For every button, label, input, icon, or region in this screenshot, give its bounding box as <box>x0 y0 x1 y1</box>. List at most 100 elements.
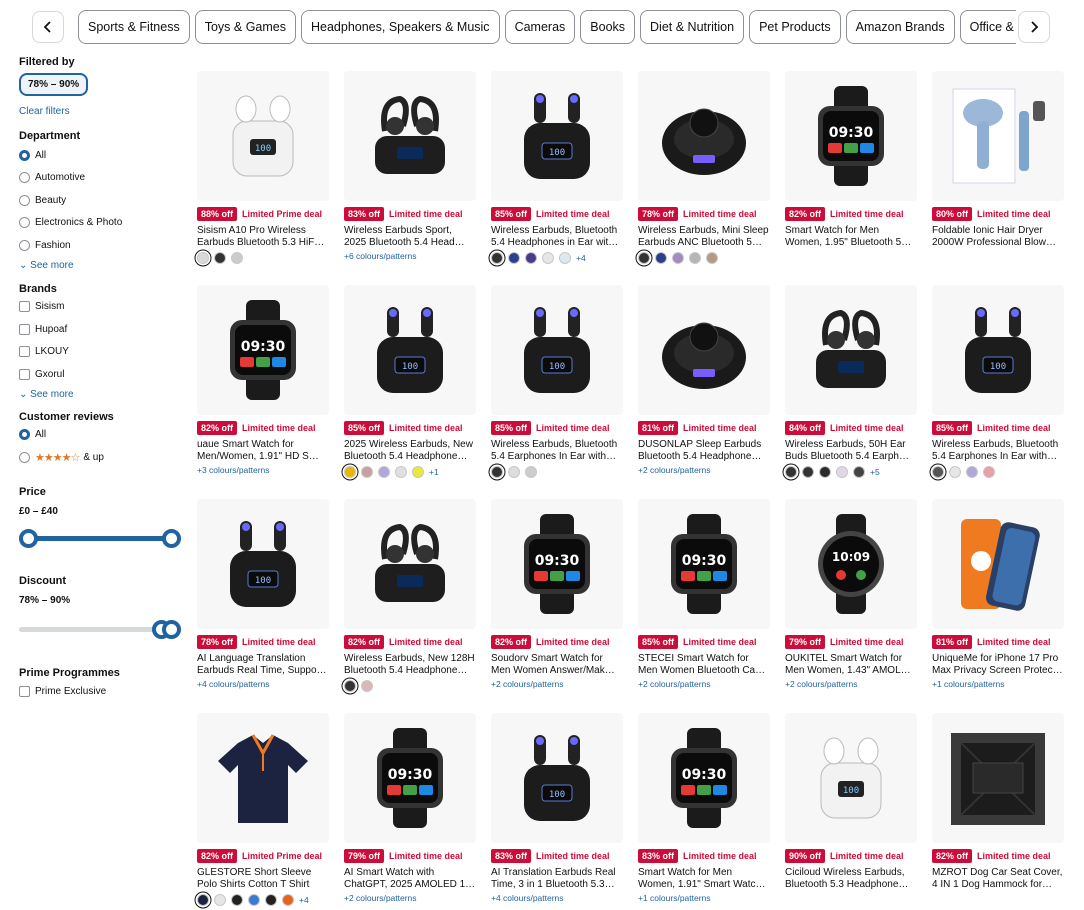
product-title[interactable]: Wireless Earbuds, Bluetooth 5.4 Headphon… <box>491 225 623 249</box>
product-image[interactable]: 100 <box>491 285 623 415</box>
product-image[interactable] <box>344 71 476 201</box>
colour-swatch[interactable] <box>231 894 243 906</box>
colour-swatch[interactable] <box>836 466 848 478</box>
colour-options-link[interactable]: +6 colours/patterns <box>344 251 476 261</box>
colour-swatch[interactable] <box>932 466 944 478</box>
colour-swatch[interactable] <box>412 466 424 478</box>
product-card[interactable]: 78% off Limited time deal Wireless Earbuds… <box>638 71 770 264</box>
discount-slider[interactable] <box>19 619 181 639</box>
product-image[interactable]: 100 <box>785 713 917 843</box>
product-card[interactable]: 09:30 82% off Limited time deal uaue Smart … <box>197 285 329 475</box>
colour-swatch[interactable] <box>395 466 407 478</box>
brand-option-hupoaf[interactable]: Hupoaf <box>19 318 189 341</box>
product-image[interactable] <box>638 71 770 201</box>
product-card[interactable]: 10:09 79% off Limited time deal OUKITEL Sma… <box>785 499 917 689</box>
more-swatches-link[interactable]: +4 <box>299 895 309 905</box>
product-image[interactable] <box>638 285 770 415</box>
clear-filters-link[interactable]: Clear filters <box>19 106 70 117</box>
brands-see-more[interactable]: ⌄ See more <box>19 388 189 400</box>
colour-swatch[interactable] <box>214 252 226 264</box>
product-title[interactable]: Wireless Earbuds, Bluetooth 5.4 Earphone… <box>491 439 623 463</box>
colour-options-link[interactable]: +1 colours/patterns <box>638 893 770 903</box>
colour-swatch[interactable] <box>525 466 537 478</box>
colour-swatch[interactable] <box>966 466 978 478</box>
product-image[interactable]: 100 <box>197 71 329 201</box>
department-option-beauty[interactable]: Beauty <box>19 189 189 212</box>
product-card[interactable]: 100 85% off Limited time deal Wireless Earb… <box>932 285 1064 478</box>
product-title[interactable]: Wireless Earbuds, 50H Ear Buds Bluetooth… <box>785 439 917 463</box>
product-title[interactable]: uaue Smart Watch for Men/Women, 1.91" HD… <box>197 439 329 463</box>
product-card[interactable]: 80% off Limited time deal Foldable Ionic H… <box>932 71 1064 249</box>
more-swatches-link[interactable]: +4 <box>576 253 586 263</box>
category-pill[interactable]: Cameras <box>504 10 576 44</box>
brand-option-sisism[interactable]: Sisism <box>19 296 189 319</box>
product-image[interactable]: 100 <box>491 71 623 201</box>
colour-swatch[interactable] <box>785 466 797 478</box>
colour-swatch[interactable] <box>248 894 260 906</box>
product-title[interactable]: Foldable Ionic Hair Dryer 2000W Professi… <box>932 225 1064 249</box>
department-option-all[interactable]: All <box>19 144 189 167</box>
product-title[interactable]: OUKITEL Smart Watch for Men Women, 1.43"… <box>785 653 917 677</box>
product-card[interactable]: 81% off Limited time deal UniqueMe for iPh… <box>932 499 1064 689</box>
colour-options-link[interactable]: +1 colours/patterns <box>932 679 1064 689</box>
price-slider[interactable] <box>19 528 181 548</box>
product-title[interactable]: Wireless Earbuds, Bluetooth 5.4 Earphone… <box>932 439 1064 463</box>
colour-swatch[interactable] <box>706 252 718 264</box>
product-card[interactable]: 100 85% off Limited time deal Wireless Earb… <box>491 285 623 478</box>
colour-swatch[interactable] <box>672 252 684 264</box>
product-title[interactable]: MZROT Dog Car Seat Cover, 4 IN 1 Dog Ham… <box>932 867 1064 891</box>
category-pill[interactable]: Sports & Fitness <box>78 10 190 44</box>
product-image[interactable] <box>197 713 329 843</box>
colour-swatch[interactable] <box>214 894 226 906</box>
product-card[interactable]: 82% off Limited time deal MZROT Dog Car Se… <box>932 713 1064 891</box>
category-pill[interactable]: Books <box>580 10 636 44</box>
product-title[interactable]: DUSONLAP Sleep Earbuds Bluetooth 5.4 Hea… <box>638 439 770 463</box>
colour-swatch[interactable] <box>282 894 294 906</box>
colour-swatch[interactable] <box>361 680 373 692</box>
colour-swatch[interactable] <box>508 466 520 478</box>
product-title[interactable]: GLESTORE Short Sleeve Polo Shirts Cotton… <box>197 867 329 891</box>
reviews-option-all[interactable]: All <box>19 424 189 447</box>
product-title[interactable]: STECEI Smart Watch for Men Women Bluetoo… <box>638 653 770 677</box>
product-image[interactable]: 100 <box>197 499 329 629</box>
colour-swatch[interactable] <box>197 252 209 264</box>
product-image[interactable]: 09:30 <box>638 713 770 843</box>
colour-swatch[interactable] <box>525 252 537 264</box>
category-pill[interactable]: Pet Products <box>749 10 841 44</box>
product-image[interactable] <box>932 713 1064 843</box>
product-title[interactable]: AI Translation Earbuds Real Time, 3 in 1… <box>491 867 623 891</box>
product-image[interactable]: 09:30 <box>197 285 329 415</box>
product-title[interactable]: Wireless Earbuds, New 128H Bluetooth 5.4… <box>344 653 476 677</box>
product-image[interactable]: 09:30 <box>785 71 917 201</box>
department-option-fashion[interactable]: Fashion <box>19 234 189 257</box>
reviews-option-4-stars[interactable]: ★★★★☆ & up <box>19 446 189 469</box>
colour-swatch[interactable] <box>853 466 865 478</box>
product-image[interactable]: 10:09 <box>785 499 917 629</box>
product-card[interactable]: 100 88% off Limited Prime deal Sisism A10 P… <box>197 71 329 264</box>
colour-swatch[interactable] <box>949 466 961 478</box>
product-card[interactable]: 100 90% off Limited time deal Ciciloud Wire… <box>785 713 917 891</box>
colour-swatch[interactable] <box>638 252 650 264</box>
product-image[interactable]: 09:30 <box>638 499 770 629</box>
colour-swatch[interactable] <box>197 894 209 906</box>
discount-slider-max-handle[interactable] <box>162 619 181 639</box>
product-card[interactable]: 100 78% off Limited time deal AI Language T… <box>197 499 329 689</box>
product-title[interactable]: Wireless Earbuds Sport, 2025 Bluetooth 5… <box>344 225 476 249</box>
colour-swatch[interactable] <box>508 252 520 264</box>
department-option-automotive[interactable]: Automotive <box>19 167 189 190</box>
colour-swatch[interactable] <box>542 252 554 264</box>
product-card[interactable]: 09:30 83% off Limited time deal Smart Watch… <box>638 713 770 903</box>
product-title[interactable]: AI Language Translation Earbuds Real Tim… <box>197 653 329 677</box>
colour-options-link[interactable]: +2 colours/patterns <box>638 679 770 689</box>
department-option-electronics[interactable]: Electronics & Photo <box>19 212 189 235</box>
colour-swatch[interactable] <box>491 466 503 478</box>
product-card[interactable]: 82% off Limited Prime deal GLESTORE Short … <box>197 713 329 906</box>
product-card[interactable]: 100 83% off Limited time deal AI Translatio… <box>491 713 623 903</box>
more-swatches-link[interactable]: +1 <box>429 467 439 477</box>
product-image[interactable] <box>932 71 1064 201</box>
category-pill[interactable]: Amazon Brands <box>845 10 955 44</box>
product-title[interactable]: Smart Watch for Men Women, 1.91" Smart W… <box>638 867 770 891</box>
colour-swatch[interactable] <box>655 252 667 264</box>
colour-options-link[interactable]: +4 colours/patterns <box>491 893 623 903</box>
product-card[interactable]: 100 85% off Limited time deal 2025 Wireless… <box>344 285 476 478</box>
